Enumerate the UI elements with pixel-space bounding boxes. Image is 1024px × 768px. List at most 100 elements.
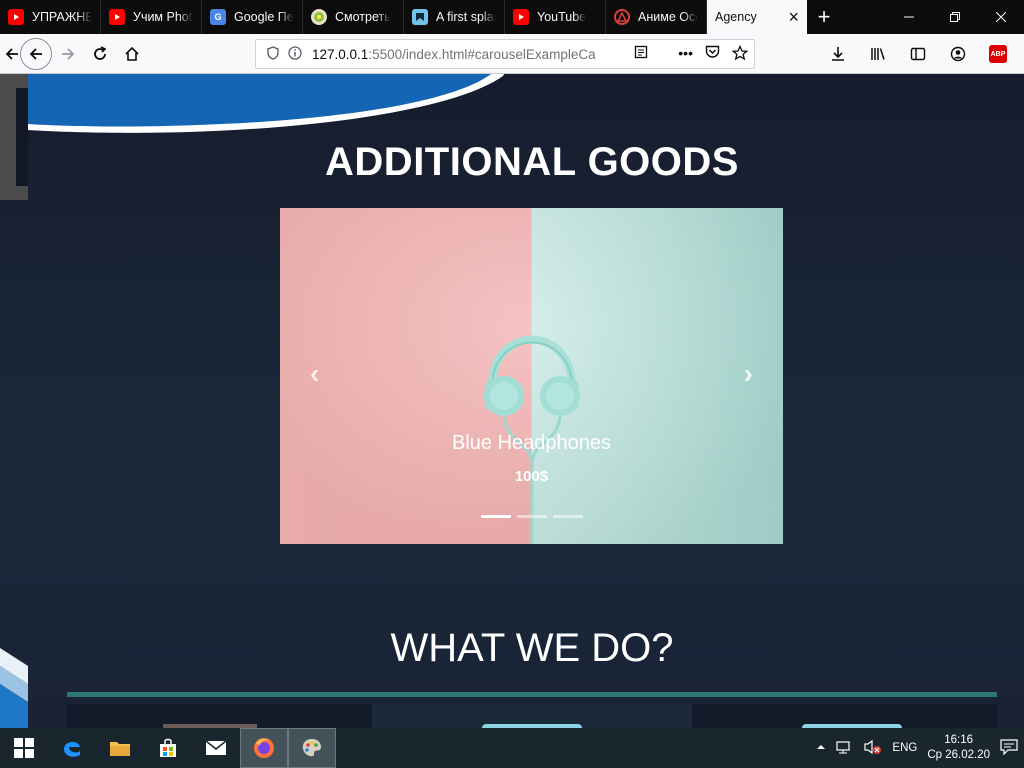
tab-title: Смотреть — [335, 10, 391, 24]
sidebar-button[interactable] — [902, 38, 934, 70]
tab-7[interactable]: Аниме Осень — [606, 0, 707, 34]
firefox-icon — [254, 738, 274, 758]
nav-bar: 127.0.0.1:5500/index.html#carouselExampl… — [0, 34, 1024, 74]
network-icon[interactable] — [836, 739, 854, 758]
clock-date: Ср 26.02.20 — [927, 749, 990, 761]
youtube-icon — [109, 9, 125, 25]
header-wave — [28, 74, 505, 133]
section-title-goods: ADDITIONAL GOODS — [325, 140, 739, 184]
tab-title: A first splash — [436, 10, 496, 24]
firefox-button[interactable] — [240, 728, 288, 768]
carousel-indicator[interactable] — [517, 515, 547, 518]
carousel-prev-icon[interactable]: ‹ — [310, 358, 319, 390]
star-icon[interactable] — [731, 44, 749, 64]
url-text[interactable]: 127.0.0.1:5500/index.html#carouselExampl… — [312, 47, 596, 62]
carousel-indicator[interactable] — [481, 515, 511, 518]
tab-title: Учим Photoshop — [133, 10, 193, 24]
tab-title: Google Переводчик — [234, 10, 294, 24]
bookmark-icon — [412, 9, 428, 25]
info-icon[interactable] — [284, 45, 306, 63]
service-card — [372, 704, 692, 728]
tab-active[interactable]: Agency × — [707, 0, 807, 34]
system-tray: ENG 16:16 Ср 26.02.20 — [816, 733, 1024, 763]
store-icon — [160, 738, 176, 757]
close-window-button[interactable] — [978, 0, 1024, 34]
youtube-icon — [8, 9, 24, 25]
url-host: 127.0.0.1 — [312, 46, 369, 62]
section-divider — [67, 692, 997, 697]
tab-2[interactable]: Учим Photoshop — [101, 0, 202, 34]
library-button[interactable] — [862, 38, 894, 70]
pocket-icon[interactable] — [705, 45, 720, 64]
tab-6[interactable]: YouTube — [505, 0, 606, 34]
window-controls — [886, 0, 1024, 34]
mail-icon — [205, 740, 227, 755]
paint-palette-icon — [302, 739, 321, 757]
language-indicator[interactable]: ENG — [892, 742, 917, 754]
account-icon — [950, 46, 966, 62]
forward-arrow-icon — [62, 47, 75, 60]
account-button[interactable] — [942, 38, 974, 70]
more-actions-icon[interactable]: ••• — [678, 45, 693, 64]
clock[interactable]: 16:16 Ср 26.02.20 — [927, 733, 990, 763]
reload-button[interactable] — [84, 38, 116, 70]
tab-title: YouTube — [537, 10, 587, 24]
tab-title: УПРАЖНЕНИЯ — [32, 10, 92, 24]
decorative-stripes — [0, 648, 28, 728]
file-explorer-button[interactable] — [96, 728, 144, 768]
store-button[interactable] — [144, 728, 192, 768]
tab-5[interactable]: A first splash — [404, 0, 505, 34]
back-arrow-icon[interactable] — [2, 38, 20, 70]
download-icon — [832, 47, 844, 61]
tab-title: Аниме Осень — [638, 10, 698, 24]
globe-icon — [311, 9, 327, 25]
back-button[interactable] — [20, 37, 52, 70]
paint-button[interactable] — [288, 728, 336, 768]
carousel-indicator[interactable] — [553, 515, 583, 518]
edge-button[interactable] — [48, 728, 96, 768]
shield-icon[interactable] — [262, 45, 284, 63]
tab-3[interactable]: G Google Переводчик — [202, 0, 303, 34]
start-button[interactable] — [0, 728, 48, 768]
folder-icon — [110, 742, 130, 756]
back-arrow-icon — [29, 47, 42, 60]
restore-button[interactable] — [932, 0, 978, 34]
new-tab-button[interactable]: + — [807, 0, 841, 34]
forward-button[interactable] — [52, 38, 84, 70]
toolbar-right: ABP — [822, 38, 1014, 70]
service-card — [692, 704, 997, 728]
home-button[interactable] — [116, 38, 148, 70]
url-path: :5500/index.html#carouselExampleCa — [368, 46, 596, 62]
section-title-what-we-do: WHAT WE DO? — [390, 626, 674, 670]
google-translate-icon: G — [210, 9, 226, 25]
adblock-button[interactable]: ABP — [982, 38, 1014, 70]
chevron-up-icon[interactable] — [816, 742, 826, 754]
mail-button[interactable] — [192, 728, 240, 768]
reader-view-icon[interactable] — [634, 45, 648, 64]
youtube-icon — [513, 9, 529, 25]
close-icon[interactable]: × — [788, 8, 799, 26]
anime-icon — [614, 9, 630, 25]
notification-icon[interactable] — [1000, 738, 1018, 758]
downloads-button[interactable] — [822, 38, 854, 70]
product-name: Blue Headphones — [451, 432, 611, 454]
reload-icon — [94, 45, 107, 60]
minimize-button[interactable] — [886, 0, 932, 34]
tab-title: Agency — [715, 10, 757, 24]
carousel-indicators — [481, 515, 583, 518]
product-carousel[interactable]: ‹ › Blue Headphones 100$ — [280, 208, 783, 544]
carousel-next-icon[interactable]: › — [744, 358, 753, 390]
product-price: 100$ — [514, 468, 549, 485]
tab-4[interactable]: Смотреть — [303, 0, 404, 34]
library-icon — [871, 48, 885, 60]
home-icon — [125, 46, 139, 61]
taskbar: ENG 16:16 Ср 26.02.20 — [0, 728, 1024, 768]
headphones-image — [484, 335, 580, 544]
edge-icon — [64, 741, 80, 757]
address-bar[interactable]: 127.0.0.1:5500/index.html#carouselExampl… — [255, 39, 755, 69]
volume-muted-icon[interactable] — [864, 739, 882, 758]
adblock-icon: ABP — [989, 45, 1007, 63]
web-page: ADDITIONAL GOODS ‹ › Blue Headphones 100… — [0, 74, 1024, 728]
tab-1[interactable]: УПРАЖНЕНИЯ — [0, 0, 101, 34]
service-card — [67, 704, 372, 728]
